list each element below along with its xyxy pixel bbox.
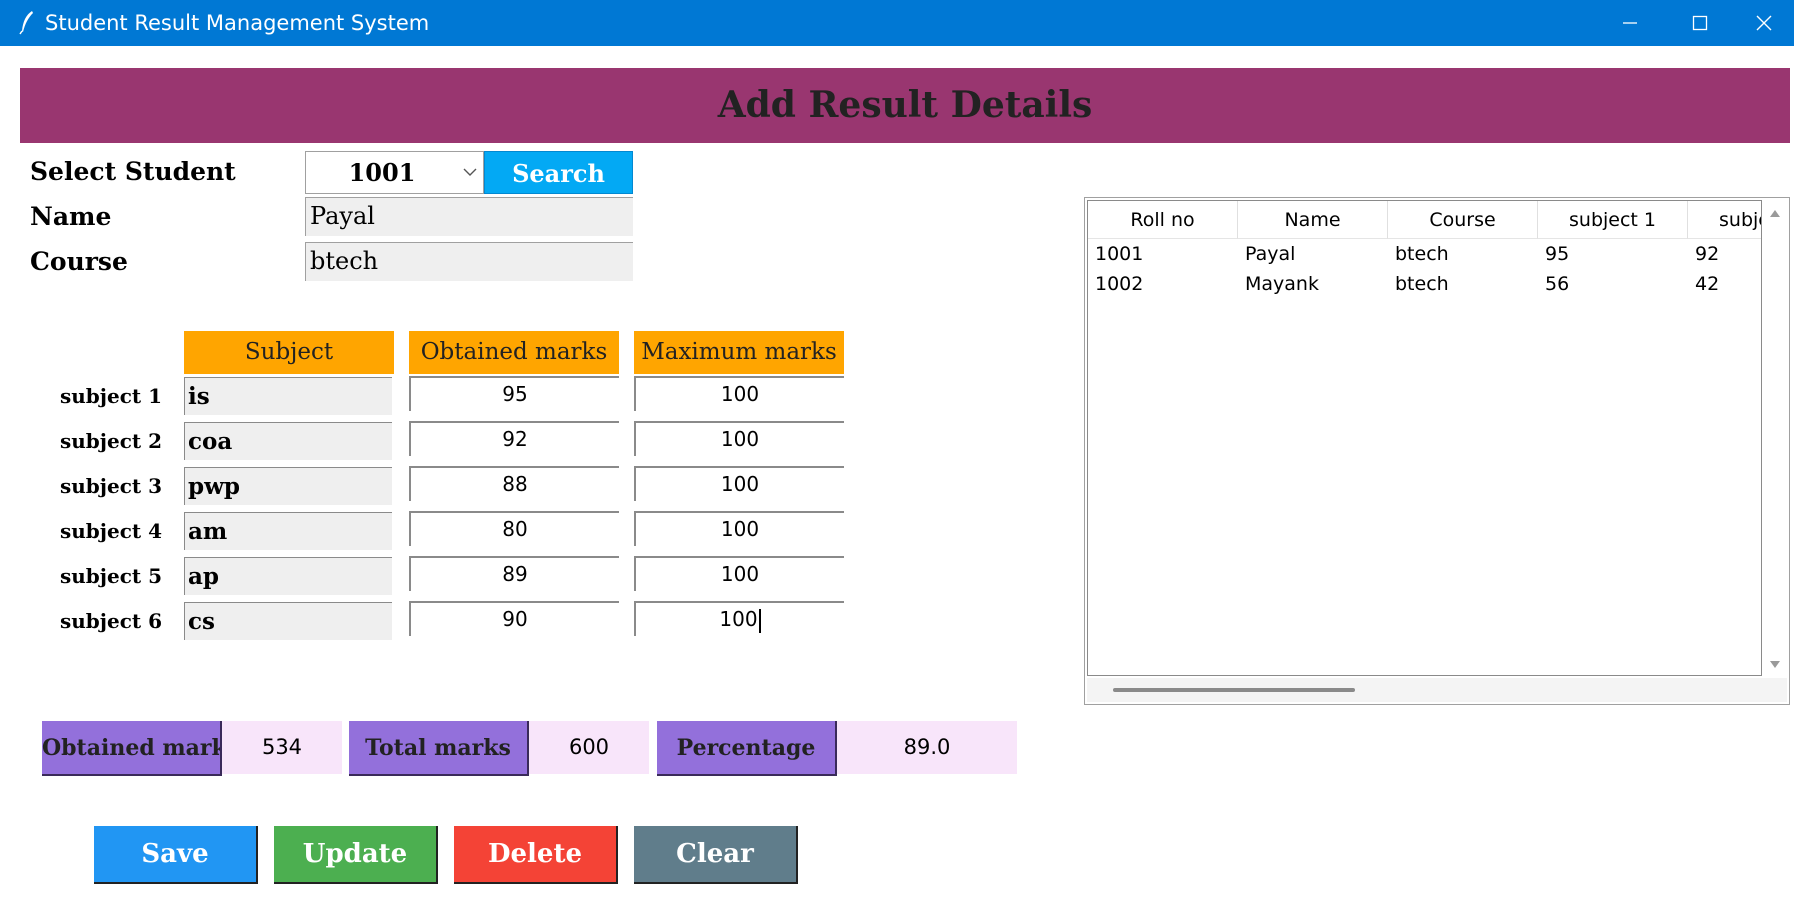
close-icon xyxy=(1756,15,1772,31)
results-column-course[interactable]: Course xyxy=(1388,201,1538,239)
horizontal-scroll-thumb[interactable] xyxy=(1113,688,1355,692)
subject-3-label: subject 3 xyxy=(60,474,163,498)
table-cell: btech xyxy=(1395,273,1449,295)
feather-icon xyxy=(19,11,33,35)
page-title: Add Result Details xyxy=(20,68,1790,143)
clear-button[interactable]: Clear xyxy=(634,826,798,884)
maximize-button[interactable] xyxy=(1665,0,1735,46)
results-column-roll-no[interactable]: Roll no xyxy=(1088,201,1238,239)
results-column-subject-2[interactable]: subject 2 xyxy=(1688,201,1761,239)
text-cursor xyxy=(758,608,761,633)
subject-2-maximum-field[interactable]: 100 xyxy=(634,421,844,456)
update-button[interactable]: Update xyxy=(274,826,438,884)
subject-3-obtained-field[interactable]: 88 xyxy=(409,466,619,501)
subject-3-name-field[interactable]: pwp xyxy=(184,467,392,505)
student-select[interactable]: 1001 xyxy=(305,151,484,194)
table-cell: 56 xyxy=(1545,273,1570,295)
subject-1-name-field[interactable]: is xyxy=(184,377,392,415)
table-row[interactable]: 1002 Mayank btech 56 42 xyxy=(1088,269,1761,299)
table-cell: 1001 xyxy=(1095,243,1144,265)
select-student-label: Select Student xyxy=(30,157,236,186)
column-header-subject: Subject xyxy=(184,331,394,374)
chevron-down-icon[interactable] xyxy=(463,167,477,177)
subject-1-obtained-field[interactable]: 95 xyxy=(409,376,619,411)
course-field[interactable]: btech xyxy=(305,242,633,281)
table-row[interactable]: 1001 Payal btech 95 92 xyxy=(1088,239,1761,269)
results-table[interactable]: Roll no Name Course subject 1 subject 2 … xyxy=(1084,197,1790,705)
horizontal-scrollbar[interactable] xyxy=(1087,678,1787,702)
percentage-value: 89.0 xyxy=(837,721,1017,774)
subject-6-label: subject 6 xyxy=(60,609,163,633)
subject-4-maximum-field[interactable]: 100 xyxy=(634,511,844,546)
table-cell: Payal xyxy=(1245,243,1296,265)
table-cell: 92 xyxy=(1695,243,1720,265)
subject-5-obtained-field[interactable]: 89 xyxy=(409,556,619,591)
subject-6-name-field[interactable]: cs xyxy=(184,602,392,640)
subject-4-label: subject 4 xyxy=(60,519,163,543)
results-column-subject-1[interactable]: subject 1 xyxy=(1538,201,1688,239)
subject-1-maximum-field[interactable]: 100 xyxy=(634,376,844,411)
minimize-button[interactable] xyxy=(1595,0,1665,46)
vertical-scroll-thumb[interactable] xyxy=(1771,296,1777,658)
subject-3-maximum-field[interactable]: 100 xyxy=(634,466,844,501)
subject-2-obtained-field[interactable]: 92 xyxy=(409,421,619,456)
subject-6-maximum-value: 100 xyxy=(719,607,758,631)
subject-2-name-field[interactable]: coa xyxy=(184,422,392,460)
obtained-marks-value: 534 xyxy=(222,721,342,774)
subject-4-obtained-field[interactable]: 80 xyxy=(409,511,619,546)
window-title: Student Result Management System xyxy=(45,11,430,35)
name-field[interactable]: Payal xyxy=(305,197,633,236)
name-label: Name xyxy=(30,202,112,231)
table-cell: 95 xyxy=(1545,243,1570,265)
student-select-value: 1001 xyxy=(348,158,416,187)
table-cell: 1002 xyxy=(1095,273,1144,295)
subject-4-name-field[interactable]: am xyxy=(184,512,392,550)
subject-6-obtained-field[interactable]: 90 xyxy=(409,601,619,636)
table-cell: 42 xyxy=(1695,273,1720,295)
vertical-scrollbar[interactable] xyxy=(1763,200,1787,676)
percentage-label: Percentage xyxy=(657,721,837,776)
delete-button[interactable]: Delete xyxy=(454,826,618,884)
results-table-header: Roll no Name Course subject 1 subject 2 xyxy=(1088,201,1761,239)
table-cell: Mayank xyxy=(1245,273,1319,295)
obtained-marks-label: Obtained marks xyxy=(42,721,222,776)
column-header-obtained-marks: Obtained marks xyxy=(409,331,619,374)
close-button[interactable] xyxy=(1735,0,1794,46)
results-table-viewport: Roll no Name Course subject 1 subject 2 … xyxy=(1087,200,1762,676)
total-marks-label: Total marks xyxy=(349,721,529,776)
minimize-icon xyxy=(1623,22,1637,24)
subject-1-label: subject 1 xyxy=(60,384,163,408)
subject-2-label: subject 2 xyxy=(60,429,163,453)
total-marks-value: 600 xyxy=(529,721,649,774)
subject-5-label: subject 5 xyxy=(60,564,163,588)
column-header-maximum-marks: Maximum marks xyxy=(634,331,844,374)
save-button[interactable]: Save xyxy=(94,826,258,884)
title-bar: Student Result Management System xyxy=(0,0,1794,46)
results-column-name[interactable]: Name xyxy=(1238,201,1388,239)
table-cell: btech xyxy=(1395,243,1449,265)
subject-6-maximum-field[interactable]: 100 xyxy=(634,601,844,636)
scroll-up-icon[interactable] xyxy=(1769,208,1781,218)
maximize-icon xyxy=(1692,15,1708,31)
subject-5-name-field[interactable]: ap xyxy=(184,557,392,595)
course-label: Course xyxy=(30,247,128,276)
scroll-down-icon[interactable] xyxy=(1769,660,1781,670)
search-button[interactable]: Search xyxy=(484,151,633,194)
subject-5-maximum-field[interactable]: 100 xyxy=(634,556,844,591)
